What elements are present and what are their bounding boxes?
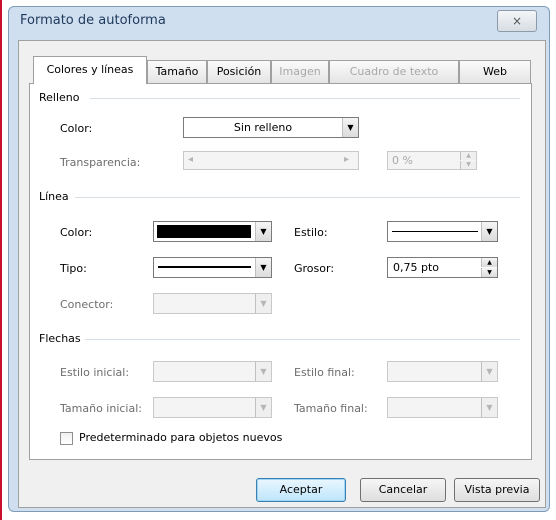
tab-label: Colores y líneas	[46, 63, 134, 76]
spin-up-icon: ▲	[460, 152, 476, 160]
estilo-dropdown[interactable]: ▼	[387, 221, 498, 242]
grosor-spinner[interactable]: 0,75 pto ▲ ▼	[387, 257, 498, 278]
spin-up-icon[interactable]: ▲	[481, 258, 497, 267]
preview-button[interactable]: Vista previa	[454, 478, 540, 502]
section-linea-label: Línea	[39, 190, 69, 203]
linea-color-swatch	[157, 225, 251, 238]
chevron-down-icon[interactable]: ▼	[255, 258, 271, 277]
tab-label: Web	[483, 65, 507, 78]
tab-label: Tamaño	[155, 65, 199, 78]
close-button[interactable]: ×	[497, 10, 537, 32]
section-relleno-label: Relleno	[39, 91, 80, 104]
window-edge	[0, 0, 2, 520]
relleno-color-dropdown[interactable]: Sin relleno ▼	[183, 117, 359, 138]
conector-label: Conector:	[60, 298, 114, 311]
section-separator	[90, 98, 520, 99]
relleno-color-label: Color:	[60, 122, 93, 135]
tab-label: Posición	[216, 65, 262, 78]
tamano-inicial-label: Tamaño inicial:	[60, 402, 142, 415]
section-separator	[75, 197, 520, 198]
tamano-final-dropdown: ▼	[387, 397, 498, 418]
estilo-inicial-label: Estilo inicial:	[60, 366, 130, 379]
grosor-label: Grosor:	[294, 262, 335, 275]
tamano-inicial-dropdown: ▼	[153, 397, 272, 418]
tab-web[interactable]: Web	[459, 60, 531, 84]
scroll-right-icon: ▸	[344, 154, 350, 165]
chevron-down-icon: ▼	[481, 398, 497, 417]
scroll-left-icon: ◂	[188, 154, 194, 165]
linea-color-label: Color:	[60, 226, 93, 239]
tab-label: Imagen	[279, 65, 321, 78]
line-style-preview	[392, 231, 478, 232]
default-checkbox-label[interactable]: Predeterminado para objetos nuevos	[79, 431, 282, 444]
chevron-down-icon[interactable]: ▼	[255, 222, 271, 241]
chevron-down-icon: ▼	[255, 294, 271, 313]
chevron-down-icon: ▼	[255, 398, 271, 417]
section-separator	[85, 339, 520, 340]
grosor-value[interactable]: 0,75 pto	[393, 261, 439, 274]
tamano-final-label: Tamaño final:	[294, 402, 368, 415]
close-icon: ×	[511, 14, 523, 28]
estilo-label: Estilo:	[294, 226, 328, 239]
tab-label: Cuadro de texto	[349, 65, 439, 78]
tab-posicion[interactable]: Posición	[207, 60, 271, 84]
tab-imagen: Imagen	[271, 60, 329, 84]
linea-color-dropdown[interactable]: ▼	[153, 221, 272, 242]
line-dash-preview	[158, 266, 251, 268]
tab-tamano[interactable]: Tamaño	[147, 60, 207, 84]
cancel-button[interactable]: Cancelar	[360, 478, 446, 502]
transparency-label: Transparencia:	[60, 156, 141, 169]
transparency-slider: ◂ ▸	[183, 151, 359, 170]
relleno-color-value: Sin relleno	[233, 121, 293, 134]
tab-colores-y-lineas[interactable]: Colores y líneas	[33, 56, 147, 84]
estilo-final-label: Estilo final:	[294, 366, 355, 379]
transparency-spinner: 0 % ▲ ▼	[387, 151, 477, 170]
section-flechas-label: Flechas	[39, 332, 81, 345]
transparency-value: 0 %	[392, 154, 413, 167]
tab-cuadro-de-texto: Cuadro de texto	[329, 60, 459, 84]
tipo-label: Tipo:	[60, 262, 87, 275]
chevron-down-icon[interactable]: ▼	[342, 118, 358, 137]
spin-down-icon: ▼	[460, 161, 476, 169]
spin-down-icon[interactable]: ▼	[481, 268, 497, 277]
default-checkbox[interactable]	[60, 432, 73, 445]
conector-dropdown: ▼	[153, 293, 272, 314]
dialog-title: Formato de autoforma	[20, 13, 166, 28]
chevron-down-icon: ▼	[255, 362, 271, 381]
estilo-final-dropdown: ▼	[387, 361, 498, 382]
tipo-dropdown[interactable]: ▼	[153, 257, 272, 278]
chevron-down-icon: ▼	[481, 362, 497, 381]
accept-button[interactable]: Aceptar	[256, 478, 346, 502]
estilo-inicial-dropdown: ▼	[153, 361, 272, 382]
chevron-down-icon[interactable]: ▼	[481, 222, 497, 241]
